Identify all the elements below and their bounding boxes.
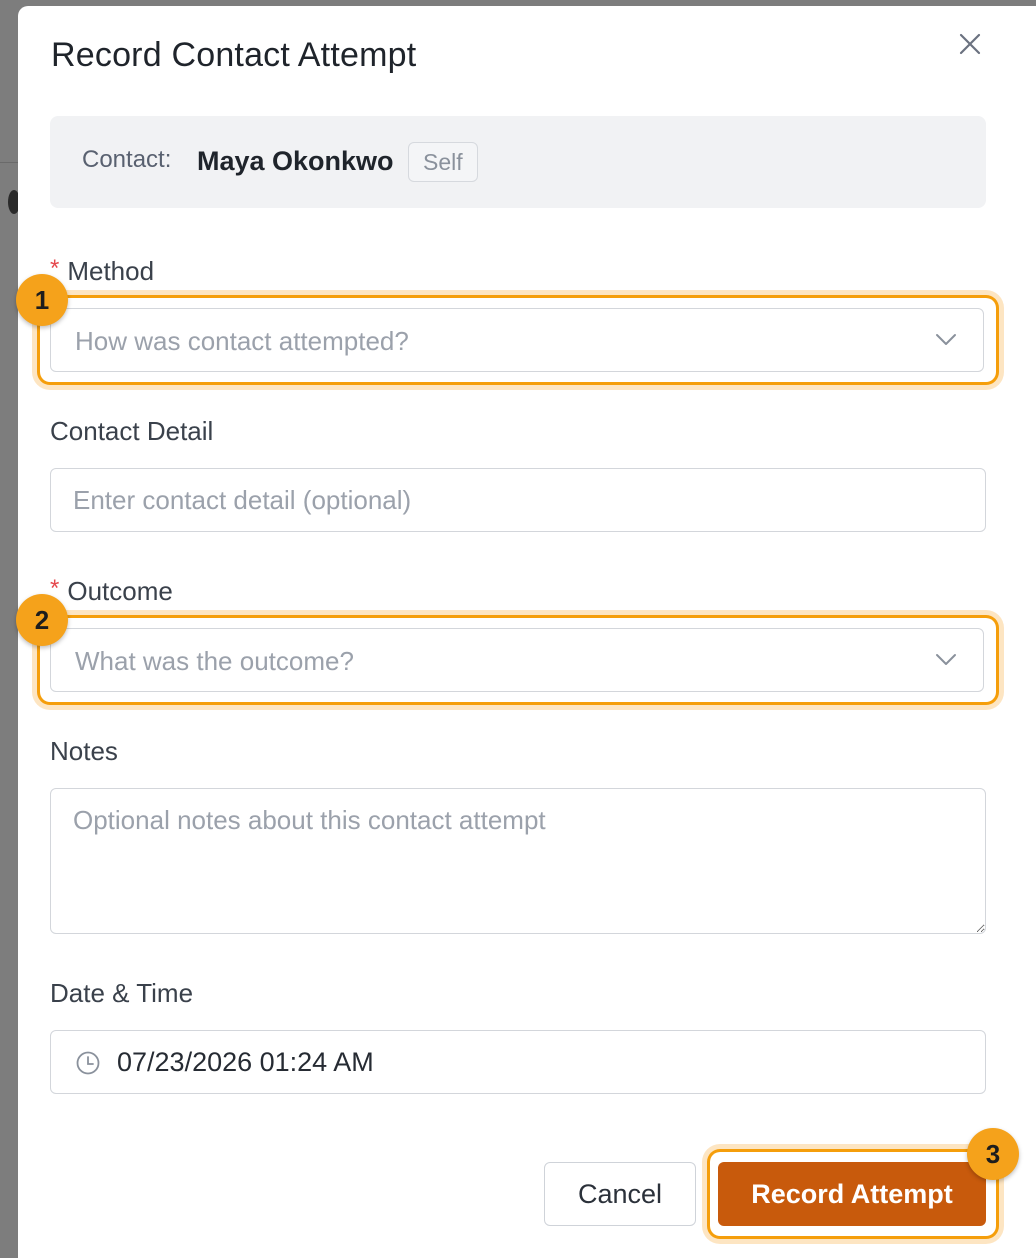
method-label-text: Method xyxy=(67,256,155,286)
contact-name: Maya Okonkwo xyxy=(197,146,394,176)
contact-summary: Contact: Maya Okonkwo Self xyxy=(50,116,986,208)
datetime-value: 07/23/2026 01:24 AM xyxy=(117,1047,374,1077)
method-select[interactable]: How was contact attempted? xyxy=(50,308,984,372)
clock-icon xyxy=(76,1051,100,1075)
outcome-highlight: What was the outcome? xyxy=(40,618,996,702)
dialog-title: Record Contact Attempt xyxy=(51,36,417,74)
record-contact-attempt-dialog: Record Contact Attempt Contact: Maya Oko… xyxy=(16,6,1036,1258)
notes-textarea[interactable] xyxy=(50,788,986,934)
close-button[interactable] xyxy=(956,30,984,58)
relation-badge: Self xyxy=(408,142,478,182)
chevron-down-icon xyxy=(936,334,956,345)
notes-label: Notes xyxy=(50,736,118,766)
chevron-down-icon xyxy=(936,654,956,665)
outcome-label: * Outcome xyxy=(50,575,173,607)
step-marker-3: 3 xyxy=(967,1128,1019,1180)
background-divider xyxy=(0,162,18,163)
close-icon xyxy=(959,33,981,55)
datetime-picker[interactable]: 07/23/2026 01:24 AM xyxy=(50,1030,986,1094)
outcome-select[interactable]: What was the outcome? xyxy=(50,628,984,692)
outcome-label-text: Outcome xyxy=(67,576,173,606)
outcome-placeholder: What was the outcome? xyxy=(75,646,354,676)
method-placeholder: How was contact attempted? xyxy=(75,326,409,356)
datetime-label: Date & Time xyxy=(50,978,194,1008)
record-attempt-button[interactable]: Record Attempt xyxy=(718,1162,986,1226)
contact-detail-input[interactable] xyxy=(50,468,986,532)
cancel-button[interactable]: Cancel xyxy=(544,1162,696,1226)
method-highlight: How was contact attempted? xyxy=(40,298,996,382)
step-marker-2: 2 xyxy=(16,594,68,646)
contact-detail-label: Contact Detail xyxy=(50,416,214,446)
step-marker-1: 1 xyxy=(16,274,68,326)
contact-label: Contact: xyxy=(82,146,172,173)
method-label: * Method xyxy=(50,255,155,287)
submit-highlight: Record Attempt xyxy=(710,1152,996,1236)
